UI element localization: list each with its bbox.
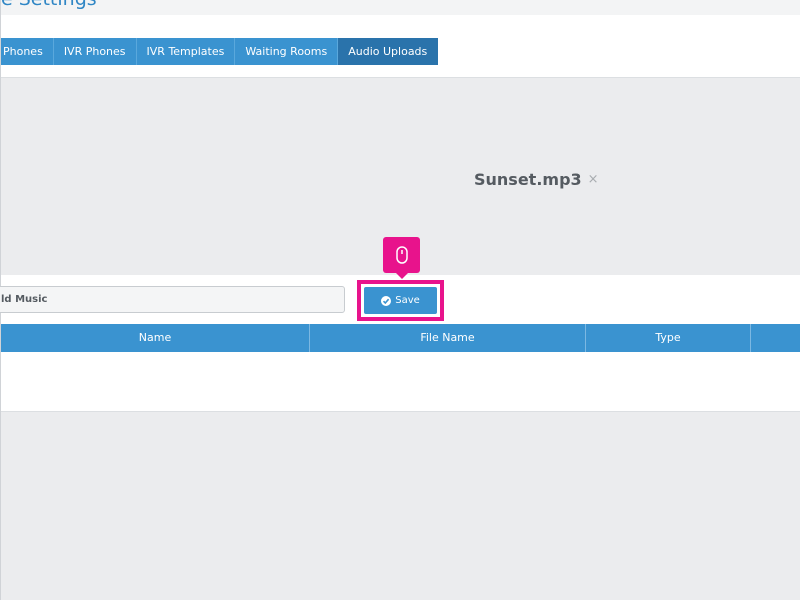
tab-waiting-rooms[interactable]: Waiting Rooms [235, 38, 339, 65]
title-bar: e Settings [1, 0, 800, 15]
column-actions [751, 324, 800, 352]
save-button-label: Save [395, 295, 420, 306]
page-title: e Settings [1, 0, 97, 10]
settings-tabs: Phones IVR Phones IVR Templates Waiting … [1, 38, 439, 65]
column-name[interactable]: Name [1, 324, 310, 352]
mouse-icon [383, 237, 420, 279]
table-header: Name File Name Type [1, 324, 800, 352]
save-button[interactable]: Save [364, 287, 437, 314]
tab-audio-uploads[interactable]: Audio Uploads [338, 38, 439, 65]
check-circle-icon [381, 295, 392, 306]
tab-ivr-templates[interactable]: IVR Templates [136, 38, 236, 65]
uploaded-file-name: Sunset.mp3 [474, 170, 582, 189]
column-type[interactable]: Type [586, 324, 751, 352]
column-file-name[interactable]: File Name [310, 324, 586, 352]
tab-phones[interactable]: Phones [1, 38, 54, 65]
tab-ivr-phones[interactable]: IVR Phones [53, 38, 137, 65]
audio-name-input[interactable] [0, 286, 345, 313]
close-icon[interactable]: × [588, 172, 599, 187]
uploaded-file: Sunset.mp3 × [474, 170, 599, 189]
app-frame: e Settings Phones IVR Phones IVR Templat… [0, 0, 800, 600]
